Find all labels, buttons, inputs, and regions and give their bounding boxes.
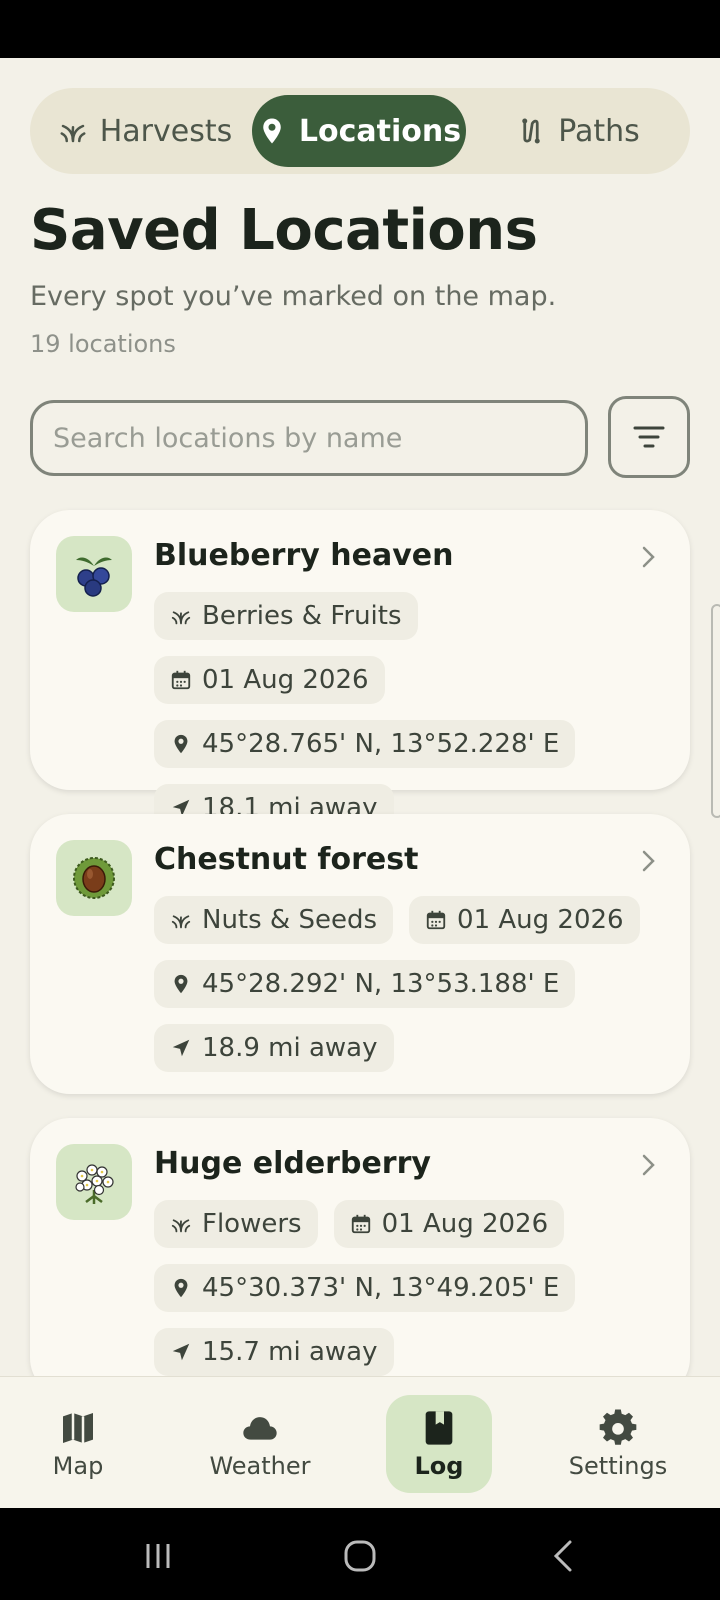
chip-label: 45°28.292' N, 13°53.188' E xyxy=(202,969,560,999)
chip-label: Berries & Fruits xyxy=(202,601,402,631)
segmented-tabs: Harvests Locations Paths xyxy=(30,88,690,174)
navigation-arrow-icon xyxy=(172,1343,190,1361)
location-name: Chestnut forest xyxy=(154,842,419,877)
location-pin-icon xyxy=(174,734,188,754)
location-card[interactable]: Blueberry heaven Berries & Fruits 01 Aug… xyxy=(30,510,690,832)
location-card[interactable]: Huge elderberry Flowers 01 Aug 2026 45°3… xyxy=(30,1118,690,1398)
chip-label: 45°28.765' N, 13°52.228' E xyxy=(202,729,560,759)
calendar-icon xyxy=(426,910,446,930)
chestnut-icon xyxy=(73,857,115,899)
tab-label: Harvests xyxy=(99,113,233,149)
filter-icon xyxy=(633,426,665,448)
nav-item-map[interactable]: Map xyxy=(38,1395,118,1493)
route-icon xyxy=(522,118,540,144)
system-navigation-bar xyxy=(0,1508,720,1600)
nav-item-weather[interactable]: Weather xyxy=(200,1395,320,1493)
scrollbar-thumb[interactable] xyxy=(711,604,720,818)
chip-label: Flowers xyxy=(202,1209,302,1239)
nav-item-log[interactable]: Log xyxy=(386,1395,492,1493)
nav-label: Map xyxy=(52,1452,104,1480)
location-pin-icon xyxy=(174,974,188,994)
card-thumbnail xyxy=(56,536,132,612)
tab-locations[interactable]: Locations xyxy=(252,95,466,167)
card-chips: Nuts & Seeds 01 Aug 2026 45°28.292' N, 1… xyxy=(154,896,664,1072)
category-chip: Flowers xyxy=(154,1200,318,1248)
chip-label: Nuts & Seeds xyxy=(202,905,378,935)
nav-item-settings[interactable]: Settings xyxy=(560,1395,676,1493)
navigation-arrow-icon xyxy=(172,1039,190,1057)
category-chip: Berries & Fruits xyxy=(154,592,418,640)
tab-harvests[interactable]: Harvests xyxy=(42,95,248,167)
chevron-right-icon xyxy=(642,1154,655,1176)
card-chips: Flowers 01 Aug 2026 45°30.373' N, 13°49.… xyxy=(154,1200,664,1376)
back-icon[interactable] xyxy=(546,1538,582,1574)
elderflower-icon xyxy=(75,1164,114,1204)
location-card[interactable]: Chestnut forest Nuts & Seeds 01 Aug 2026… xyxy=(30,814,690,1094)
location-pin-icon xyxy=(174,1278,188,1298)
nav-label: Log xyxy=(414,1452,464,1480)
gear-icon xyxy=(599,1409,637,1445)
cloud-icon xyxy=(243,1417,277,1440)
card-thumbnail xyxy=(56,1144,132,1220)
date-chip: 01 Aug 2026 xyxy=(409,896,640,944)
distance-chip: 18.9 mi away xyxy=(154,1024,394,1072)
tab-paths[interactable]: Paths xyxy=(480,95,676,167)
chip-label: 01 Aug 2026 xyxy=(381,1209,549,1239)
page-title: Saved Locations xyxy=(30,198,538,263)
chip-label: 01 Aug 2026 xyxy=(202,665,369,695)
page-subtitle: Every spot you’ve marked on the map. xyxy=(30,281,557,312)
map-icon xyxy=(63,1413,93,1443)
card-thumbnail xyxy=(56,840,132,916)
date-chip: 01 Aug 2026 xyxy=(154,656,385,704)
home-icon[interactable] xyxy=(342,1538,378,1574)
card-chips: Berries & Fruits 01 Aug 2026 45°28.765' … xyxy=(154,592,664,832)
app-screen: Harvests Locations Paths Saved Locations… xyxy=(0,58,720,1508)
distance-chip: 15.7 mi away xyxy=(154,1328,394,1376)
chip-label: 45°30.373' N, 13°49.205' E xyxy=(202,1273,560,1303)
blueberry-icon xyxy=(76,557,112,597)
coordinates-chip: 45°28.292' N, 13°53.188' E xyxy=(154,960,576,1008)
location-name: Huge elderberry xyxy=(154,1146,431,1181)
tab-label: Paths xyxy=(558,113,640,149)
location-count: 19 locations xyxy=(30,330,176,358)
coordinates-chip: 45°28.765' N, 13°52.228' E xyxy=(154,720,576,768)
nav-label: Settings xyxy=(568,1452,668,1480)
category-chip: Nuts & Seeds xyxy=(154,896,394,944)
recent-apps-icon[interactable] xyxy=(140,1538,176,1574)
location-name: Blueberry heaven xyxy=(154,538,454,573)
chip-label: 15.7 mi away xyxy=(202,1337,378,1367)
chip-label: 01 Aug 2026 xyxy=(457,905,624,935)
search-input[interactable] xyxy=(30,400,588,476)
sprout-icon xyxy=(60,124,86,143)
status-bar xyxy=(0,0,720,58)
sprout-icon xyxy=(171,1219,191,1233)
nav-label: Weather xyxy=(209,1452,311,1480)
filter-button[interactable] xyxy=(608,396,690,478)
calendar-icon xyxy=(351,1214,370,1234)
bottom-navigation: Map Weather Log Settings xyxy=(0,1376,720,1508)
coordinates-chip: 45°30.373' N, 13°49.205' E xyxy=(154,1264,576,1312)
book-icon xyxy=(425,1411,453,1445)
calendar-icon xyxy=(171,670,191,690)
tab-label: Locations xyxy=(298,113,462,149)
sprout-icon xyxy=(171,611,191,625)
chevron-right-icon xyxy=(642,850,655,872)
chip-label: 18.9 mi away xyxy=(202,1033,378,1063)
location-pin-icon xyxy=(263,118,281,144)
chevron-right-icon xyxy=(642,546,655,568)
sprout-icon xyxy=(171,915,191,929)
date-chip: 01 Aug 2026 xyxy=(333,1200,565,1248)
